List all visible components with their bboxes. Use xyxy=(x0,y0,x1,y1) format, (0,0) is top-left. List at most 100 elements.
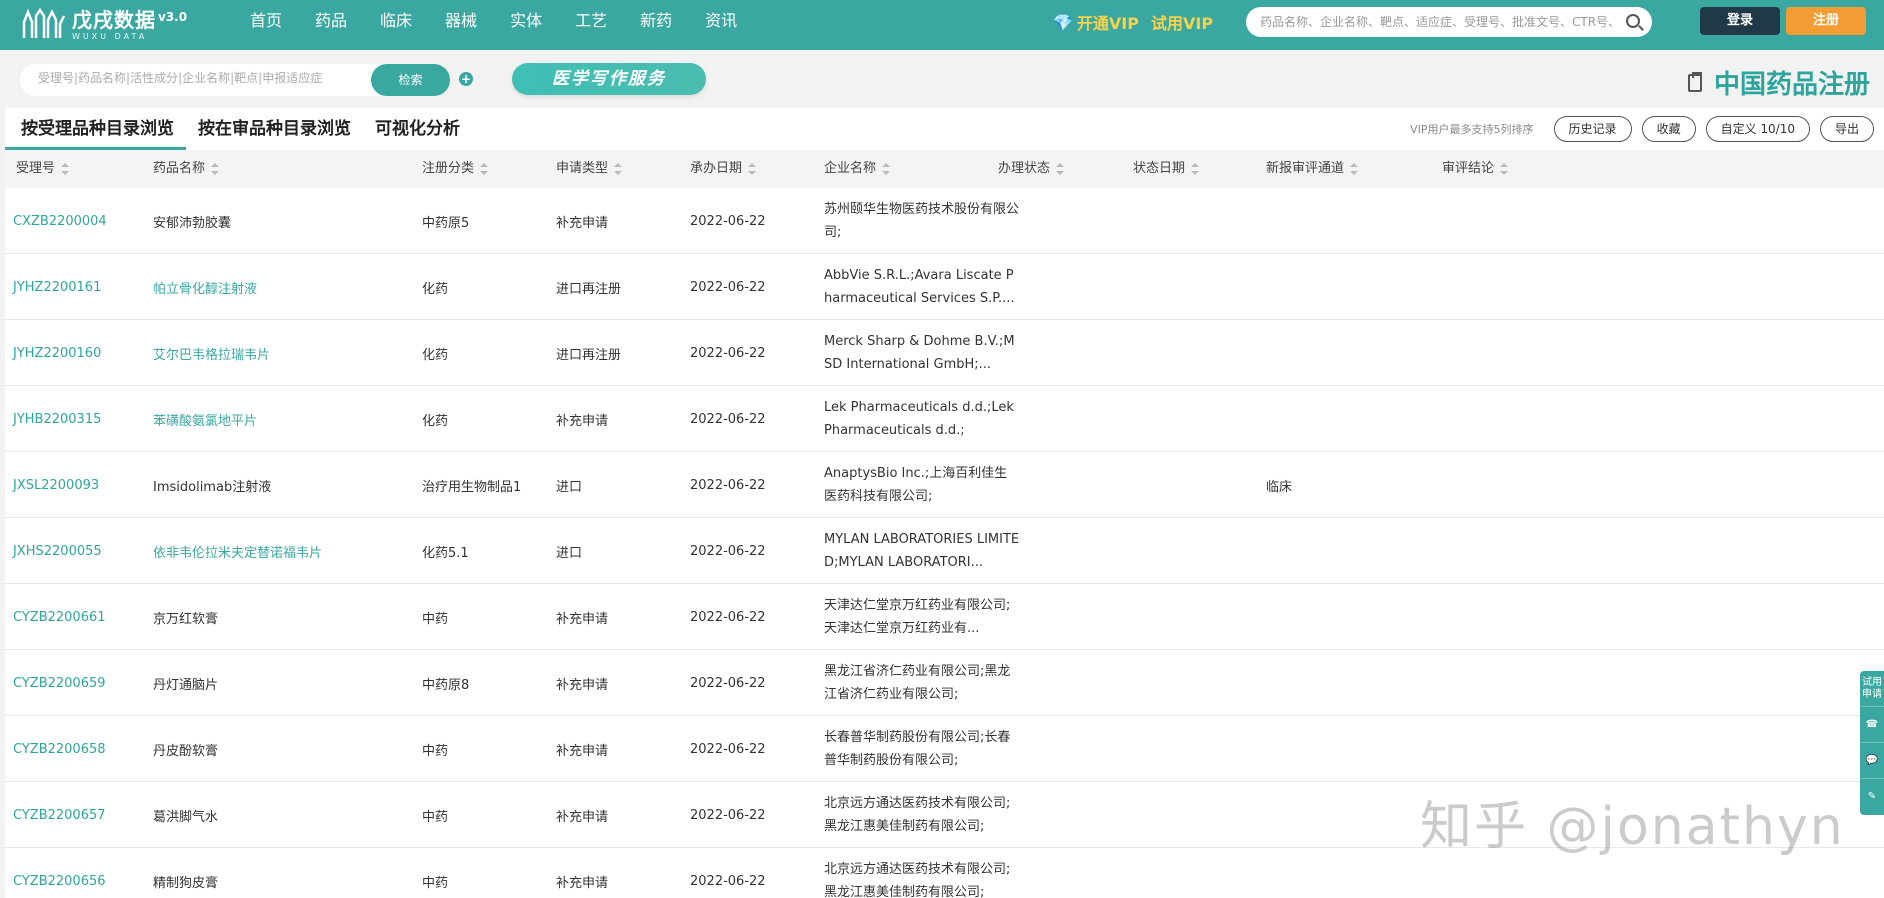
main-panel: 按受理品种目录浏览 按在审品种目录浏览 可视化分析 VIP用户最多支持5列排序 … xyxy=(5,108,1884,898)
cell-company-text: AbbVie S.R.L.;Avara Liscate Pharmaceutic… xyxy=(824,268,1015,306)
diamond-icon: 💎 xyxy=(1053,12,1073,32)
favorite-button[interactable]: 收藏 xyxy=(1641,116,1696,142)
cell-category-text: 化药 xyxy=(422,413,449,429)
cell-date: 2022-06-22 xyxy=(690,650,766,716)
sort-icon[interactable] xyxy=(614,163,623,175)
column-header[interactable]: 受理号 xyxy=(16,150,70,188)
cell-category-text: 治疗用生物制品1 xyxy=(422,479,522,495)
medical-writing-banner[interactable]: 医学写作服务 xyxy=(512,63,706,95)
cell-application-type-text: 补充申请 xyxy=(556,743,609,759)
vip-sort-note: VIP用户最多支持5列排序 xyxy=(1410,123,1534,136)
tab-visual-analysis[interactable]: 可视化分析 xyxy=(363,108,472,150)
nav-item-home[interactable]: 首页 xyxy=(250,0,282,50)
column-header[interactable]: 承办日期 xyxy=(690,150,757,188)
logo-icon xyxy=(22,8,66,38)
cell-date: 2022-06-22 xyxy=(690,518,766,584)
cell-application-id[interactable]: CYZB2200657 xyxy=(13,782,106,848)
column-header[interactable]: 审评结论 xyxy=(1442,150,1509,188)
login-button[interactable]: 登录 xyxy=(1700,7,1780,35)
custom-columns-button[interactable]: 自定义 10/10 xyxy=(1705,116,1810,142)
cell-application-id[interactable]: CYZB2200658 xyxy=(13,716,106,782)
sort-icon[interactable] xyxy=(1500,163,1509,175)
phone-icon[interactable]: ☎ xyxy=(1860,707,1884,743)
table-actions: VIP用户最多支持5列排序 历史记录 收藏 自定义 10/10 导出 xyxy=(1410,116,1874,142)
trial-vip-link[interactable]: 试用VIP xyxy=(1151,10,1213,34)
sort-icon[interactable] xyxy=(1350,163,1359,175)
cell-application-id[interactable]: JYHZ2200161 xyxy=(13,254,101,320)
main-nav: 首页 药品 临床 器械 实体 工艺 新药 资讯 xyxy=(250,0,770,50)
cell-application-id[interactable]: JXSL2200093 xyxy=(13,452,99,518)
cell-category: 中药原5 xyxy=(422,188,469,254)
column-header[interactable]: 注册分类 xyxy=(422,150,489,188)
nav-item-entities[interactable]: 实体 xyxy=(510,0,542,50)
table-row: CXZB2200004 安郁沛勃胶囊 中药原5 补充申请 2022-06-22 苏州颐华生… xyxy=(5,188,1884,254)
column-label: 承办日期 xyxy=(690,161,743,176)
sort-icon[interactable] xyxy=(1056,163,1065,175)
table-row: CYZB2200661 京万红软膏 中药 补充申请 2022-06-22 天津达仁堂京万红… xyxy=(5,584,1884,650)
sort-icon[interactable] xyxy=(480,163,489,175)
cell-company: Merck Sharp & Dohme B.V.;MSD Internation… xyxy=(824,320,1020,386)
cell-date-text: 2022-06-22 xyxy=(690,675,766,691)
sort-icon[interactable] xyxy=(211,163,220,175)
nav-item-clinical[interactable]: 临床 xyxy=(380,0,412,50)
sort-icon[interactable] xyxy=(748,163,757,175)
sort-icon[interactable] xyxy=(1191,163,1200,175)
chat-icon[interactable]: 💬 xyxy=(1860,743,1884,779)
tab-by-under-review[interactable]: 按在审品种目录浏览 xyxy=(186,108,363,150)
cell-application-id[interactable]: CYZB2200661 xyxy=(13,584,106,650)
cell-application-id-text: CYZB2200656 xyxy=(13,873,106,889)
cell-application-type-text: 补充申请 xyxy=(556,215,609,231)
cell-application-id[interactable]: JYHZ2200160 xyxy=(13,320,101,386)
logo[interactable]: 戊戌数据 WUXU DATA xyxy=(22,4,156,46)
nav-item-devices[interactable]: 器械 xyxy=(445,0,477,50)
cell-drug-name[interactable]: 依非韦伦拉米夫定替诺福韦片 xyxy=(153,518,322,584)
column-label: 受理号 xyxy=(16,161,56,176)
nav-item-news[interactable]: 资讯 xyxy=(705,0,737,50)
global-search-input[interactable] xyxy=(1260,15,1620,29)
column-label: 审评结论 xyxy=(1442,161,1495,176)
nav-item-drugs[interactable]: 药品 xyxy=(315,0,347,50)
cell-drug-name[interactable]: 艾尔巴韦格拉瑞韦片 xyxy=(153,320,270,386)
column-header[interactable]: 办理状态 xyxy=(998,150,1065,188)
registry-search-input[interactable] xyxy=(38,71,368,85)
column-header[interactable]: 企业名称 xyxy=(824,150,891,188)
plus-icon[interactable]: + xyxy=(459,72,473,86)
cell-application-id[interactable]: CYZB2200659 xyxy=(13,650,106,716)
cell-application-id-text: JXSL2200093 xyxy=(13,477,100,493)
sort-icon[interactable] xyxy=(61,163,70,175)
column-header[interactable]: 状态日期 xyxy=(1133,150,1200,188)
cell-application-id-text: JYHZ2200161 xyxy=(13,279,102,295)
cell-company: AbbVie S.R.L.;Avara Liscate Pharmaceutic… xyxy=(824,254,1020,320)
cell-application-type: 补充申请 xyxy=(556,584,608,650)
cell-drug-name[interactable]: 帕立骨化醇注射液 xyxy=(153,254,257,320)
tab-by-accepted[interactable]: 按受理品种目录浏览 xyxy=(5,108,186,150)
export-button[interactable]: 导出 xyxy=(1819,116,1874,142)
cell-application-id[interactable]: JXHS2200055 xyxy=(13,518,102,584)
search-button[interactable]: 检索 xyxy=(371,64,450,96)
nav-item-process[interactable]: 工艺 xyxy=(575,0,607,50)
table-row: JXSL2200093 Imsidolimab注射液 治疗用生物制品1 进口 2022-… xyxy=(5,452,1884,518)
cell-drug-name-text: 京万红软膏 xyxy=(153,611,219,627)
open-vip-link[interactable]: 开通VIP xyxy=(1077,10,1139,34)
trial-apply-button[interactable]: 试用申请 xyxy=(1860,671,1884,707)
column-header[interactable]: 申请类型 xyxy=(556,150,623,188)
cell-drug-name[interactable]: 苯磺酸氨氯地平片 xyxy=(153,386,257,452)
cell-category-text: 中药 xyxy=(422,875,449,891)
cell-drug-name-text: 葛洪脚气水 xyxy=(153,809,219,825)
cell-company: 黑龙江省济仁药业有限公司;黑龙江省济仁药业有限公司; xyxy=(824,650,1020,716)
sort-icon[interactable] xyxy=(882,163,891,175)
register-button[interactable]: 注册 xyxy=(1786,7,1866,35)
top-nav-bar: 戊戌数据 WUXU DATA v3.0 首页 药品 临床 器械 实体 工艺 新药… xyxy=(0,0,1884,50)
cell-application-id[interactable]: JYHB2200315 xyxy=(13,386,101,452)
cell-drug-name: Imsidolimab注射液 xyxy=(153,452,271,518)
column-label: 注册分类 xyxy=(422,161,475,176)
feedback-icon[interactable]: ✎ xyxy=(1860,779,1884,815)
search-icon[interactable] xyxy=(1626,14,1640,28)
history-button[interactable]: 历史记录 xyxy=(1553,116,1632,142)
column-header[interactable]: 新报审评通道 xyxy=(1266,150,1359,188)
cell-application-id[interactable]: CYZB2200656 xyxy=(13,848,106,898)
column-header[interactable]: 药品名称 xyxy=(153,150,220,188)
cell-application-id[interactable]: CXZB2200004 xyxy=(13,188,107,254)
nav-item-new-drugs[interactable]: 新药 xyxy=(640,0,672,50)
cell-drug-name-text: 精制狗皮膏 xyxy=(153,875,219,891)
